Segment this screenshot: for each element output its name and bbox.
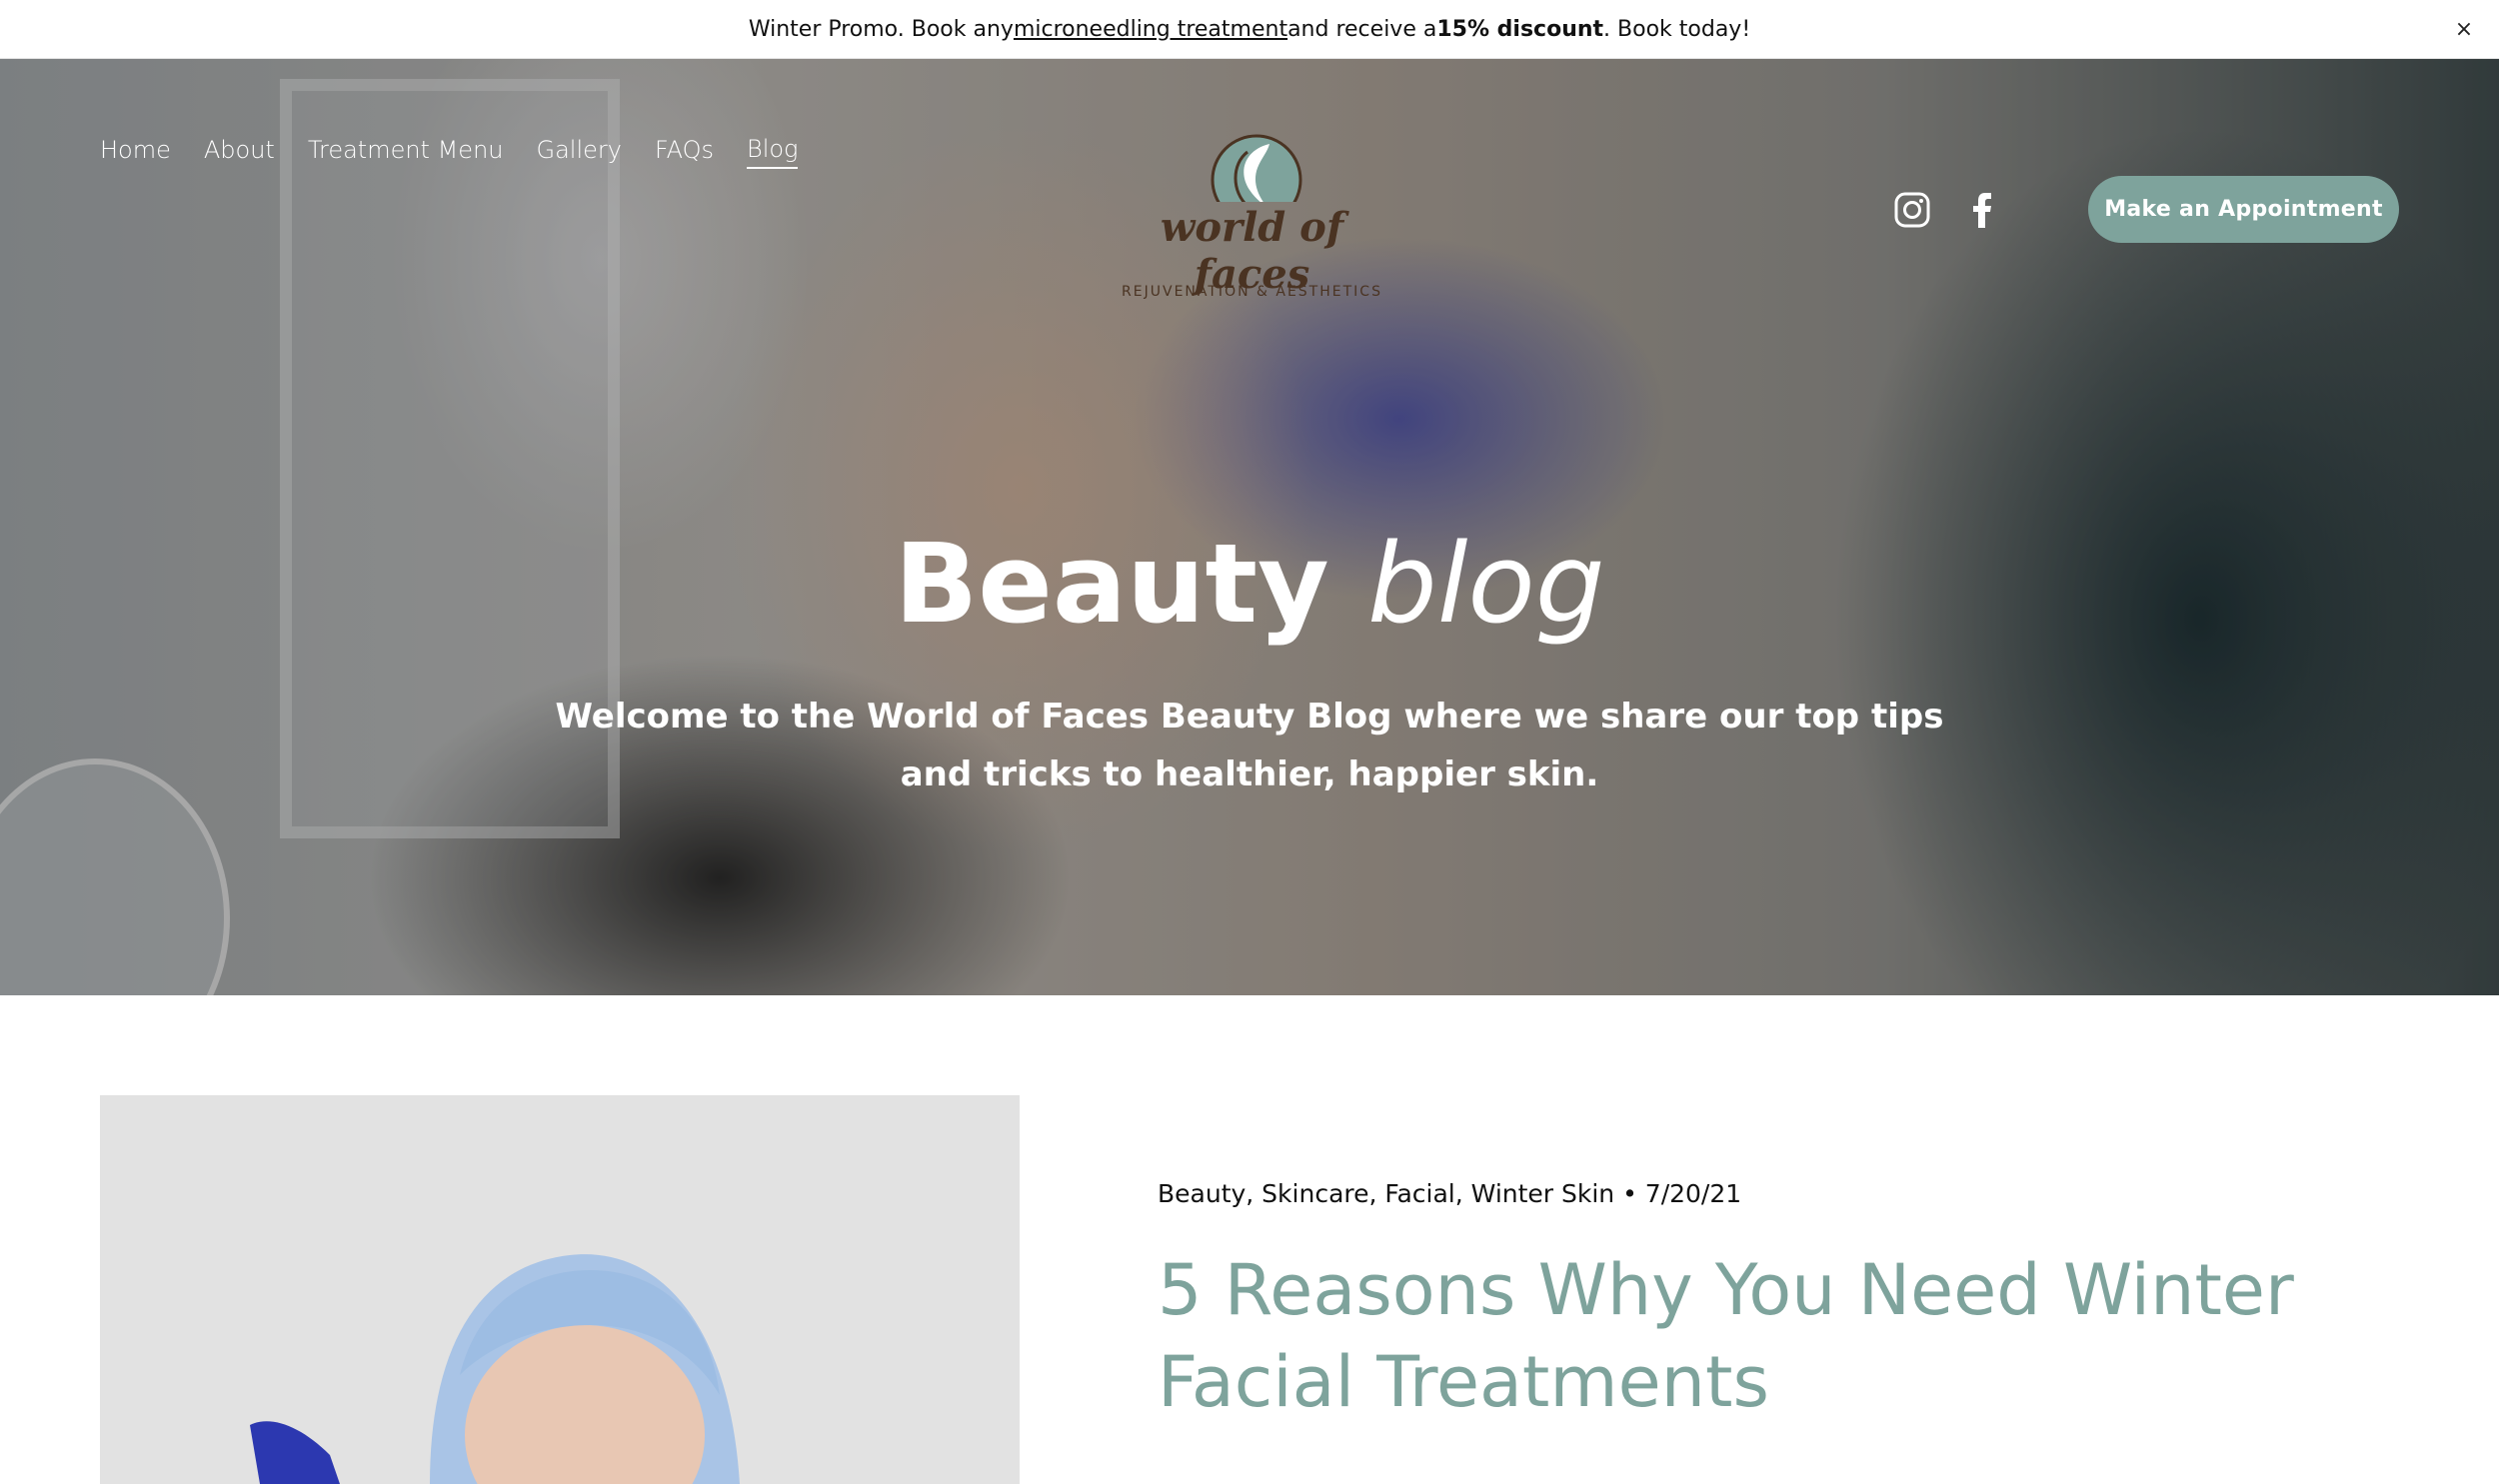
facebook-icon[interactable] xyxy=(1963,190,2003,230)
nav-about[interactable]: About xyxy=(204,136,275,168)
logo-face-emblem xyxy=(1211,134,1302,226)
promo-text-middle: and receive a xyxy=(1287,16,1437,42)
nav-faqs[interactable]: FAQs xyxy=(655,136,714,168)
promo-text-before: Winter Promo. Book any xyxy=(748,16,1014,42)
site-logo[interactable]: world of faces REJUVENATION & AESTHETICS xyxy=(1120,72,1384,300)
hero-title: Beauty blog xyxy=(0,520,2499,648)
announcement-bar: Winter Promo. Book any microneedling tre… xyxy=(0,0,2499,59)
make-appointment-button[interactable]: Make an Appointment xyxy=(2088,176,2399,243)
hero-title-bold: Beauty xyxy=(894,520,1329,648)
nav-gallery[interactable]: Gallery xyxy=(537,136,622,168)
instagram-icon[interactable] xyxy=(1892,190,1932,230)
post-thumbnail-illustration xyxy=(100,1095,1020,1484)
hero-title-italic: blog xyxy=(1367,520,1605,648)
close-icon[interactable]: × xyxy=(2449,14,2479,44)
nav-blog[interactable]: Blog xyxy=(746,135,799,169)
nav-treatment-menu[interactable]: Treatment Menu xyxy=(308,136,504,168)
nav-home[interactable]: Home xyxy=(100,136,171,168)
post-title[interactable]: 5 Reasons Why You Need Winter Facial Tre… xyxy=(1158,1244,2357,1428)
promo-discount: 15% discount xyxy=(1436,16,1604,42)
hero-subtitle: Welcome to the World of Faces Beauty Blo… xyxy=(555,697,1944,794)
post-meta: Beauty, Skincare, Facial, Winter Skin • … xyxy=(1158,1179,1742,1208)
logo-subtitle: REJUVENATION & AESTHETICS xyxy=(1122,284,1382,300)
promo-link[interactable]: microneedling treatment xyxy=(1014,17,1287,42)
main-nav: Home About Treatment Menu Gallery FAQs B… xyxy=(100,135,799,169)
post-thumbnail[interactable] xyxy=(100,1095,1020,1484)
promo-text-after: . Book today! xyxy=(1603,16,1751,42)
